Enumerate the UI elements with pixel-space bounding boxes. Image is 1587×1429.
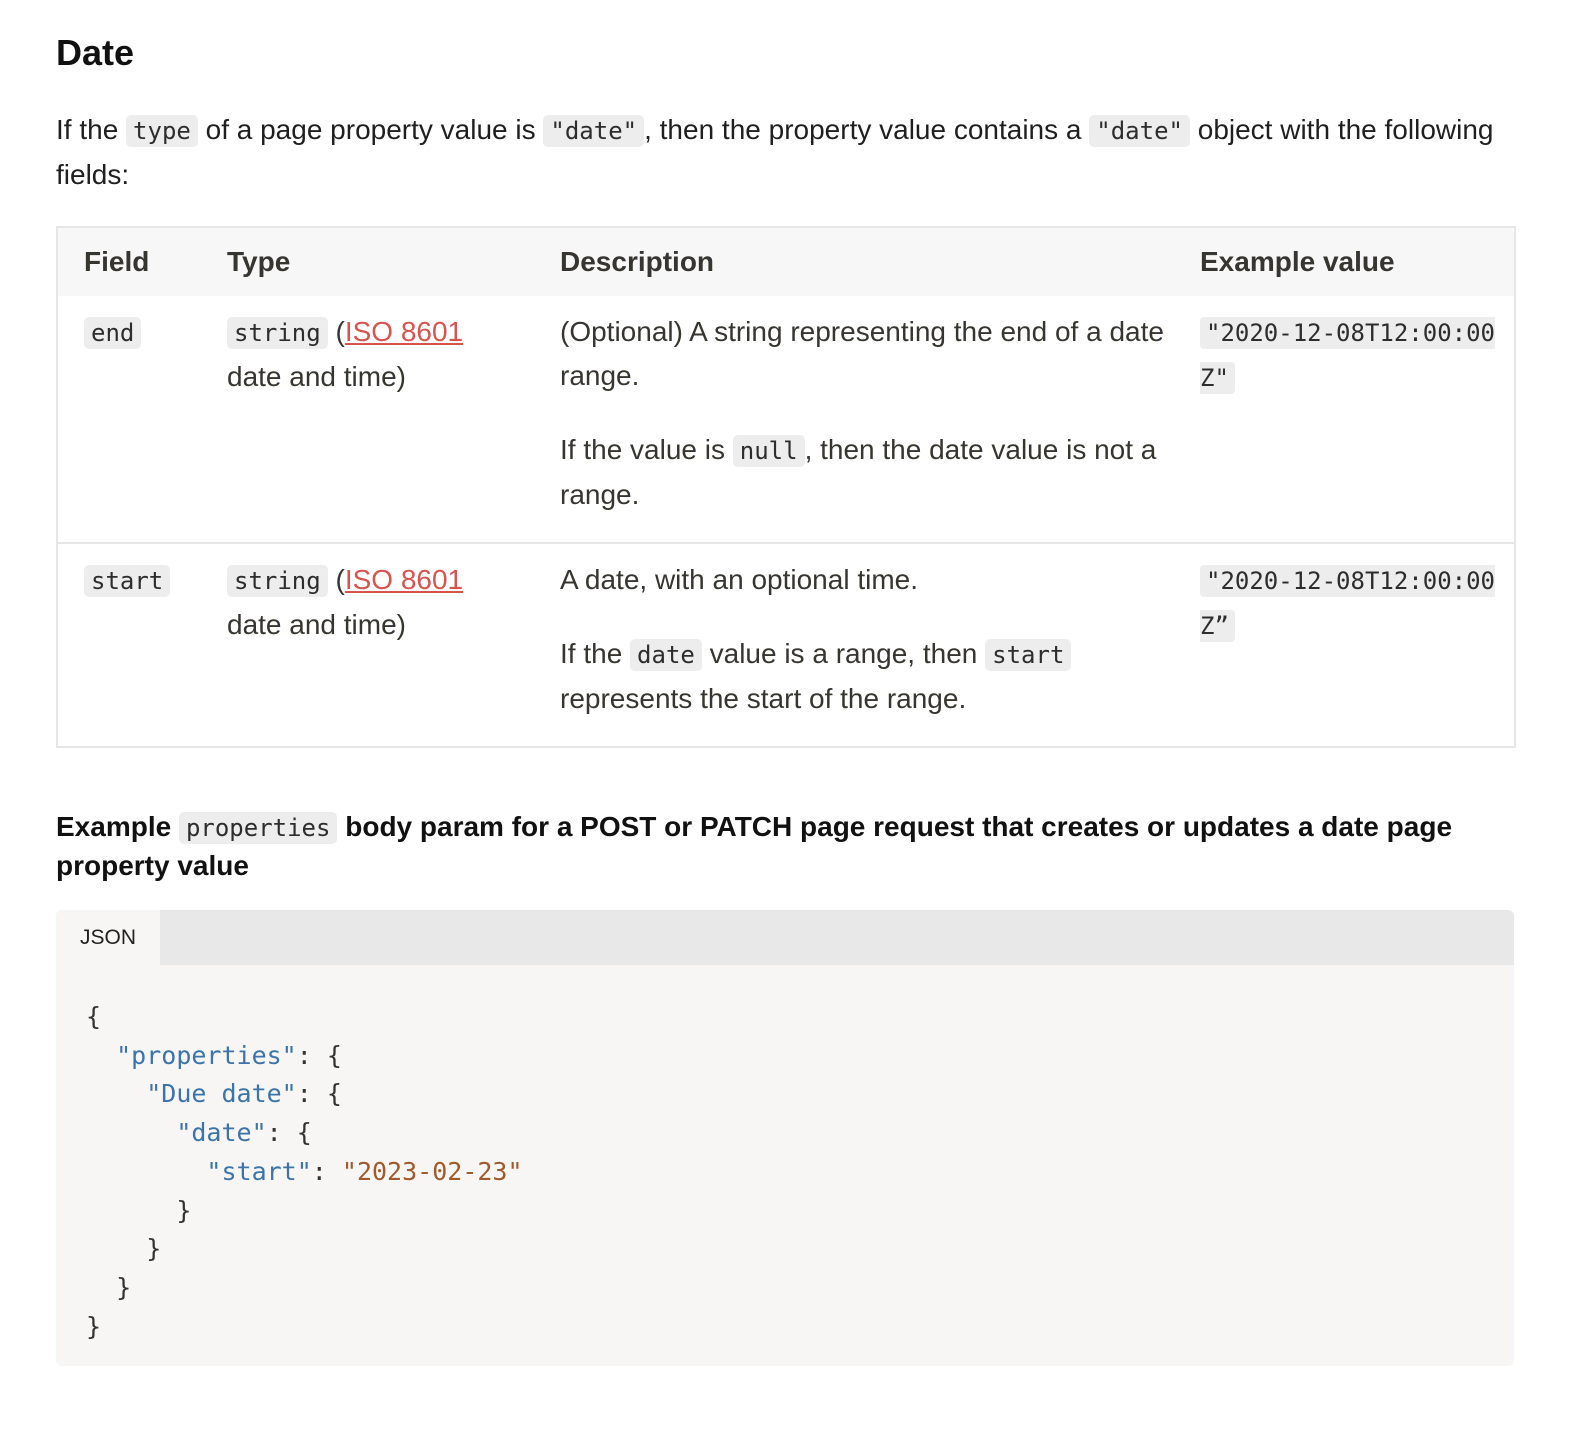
intro-text: If the [56,114,127,145]
fields-table: Field Type Description Example value end… [56,226,1516,748]
code-content: { "properties": { "Due date": { "date": … [86,998,523,1346]
code-line: } [86,1311,102,1341]
type-cell: string (ISO 8601 date and time) [227,316,464,392]
type-code: string [227,317,328,349]
tab-json[interactable]: JSON [56,910,160,965]
code-line: { [86,1002,102,1031]
inline-code: null [732,435,805,467]
header-type: Type [227,246,291,277]
description-text: A date, with an optional time. [560,564,918,595]
description-text: If the date value is a range, then start… [560,632,1180,721]
inline-code: start [985,639,1072,671]
example-value: "2020-12-08T12:00:00Z” [1200,565,1495,642]
header-field: Field [84,246,150,277]
intro-paragraph: If the type of a page property value is … [56,108,1514,197]
type-cell: string (ISO 8601 date and time) [227,564,464,640]
code-block: JSON { "properties": { "Due date": { "da… [56,910,1514,1366]
iso-8601-link[interactable]: ISO 8601 [345,316,463,347]
code-line: "properties": { [116,1040,342,1070]
description-text: If the value is null, then the date valu… [560,434,1157,510]
inline-code: date [630,639,702,671]
json-key: "start" [206,1156,312,1186]
table-row: end string (ISO 8601 date and time) (Opt… [58,296,1514,544]
inline-code: "date" [543,115,645,147]
section-heading: Date [56,32,135,73]
inline-code: properties [178,812,338,844]
code-line: "Due date": { [146,1079,342,1109]
iso-8601-link[interactable]: ISO 8601 [345,564,463,595]
table-header: Field Type Description Example value [58,228,1514,296]
header-description: Description [560,246,715,277]
code-line: "start": "2023-02-23" [206,1156,523,1186]
description-cell: (Optional) A string representing the end… [560,310,1200,542]
json-string: "2023-02-23" [341,1156,523,1186]
code-line: } [116,1272,132,1302]
example-cell: "2020-12-08T12:00:00Z” [1200,558,1500,746]
description-text: (Optional) A string representing the end… [560,316,1164,391]
json-key: "Due date" [146,1079,297,1109]
intro-text: , then the property value contains a [644,114,1090,145]
example-value: "2020-12-08T12:00:00Z" [1200,317,1495,394]
table-row: start string (ISO 8601 date and time) A … [58,544,1514,746]
code-line: } [176,1195,192,1225]
code-tab-bar: JSON [56,910,1514,965]
field-name: end [84,317,142,349]
code-line: "date": { [176,1118,312,1148]
inline-code: type [126,115,198,147]
header-example: Example value [1200,246,1395,277]
intro-text: of a page property value is [197,114,544,145]
inline-code: "date" [1089,115,1190,147]
description-cell: A date, with an optional time. If the da… [560,558,1200,746]
example-cell: "2020-12-08T12:00:00Z" [1200,310,1500,542]
json-key: "date" [176,1118,267,1148]
json-key: "properties" [116,1040,297,1070]
code-line: } [146,1234,162,1264]
example-heading: Example properties body param for a POST… [56,811,1453,881]
type-code: string [227,565,328,597]
field-name: start [84,565,171,597]
